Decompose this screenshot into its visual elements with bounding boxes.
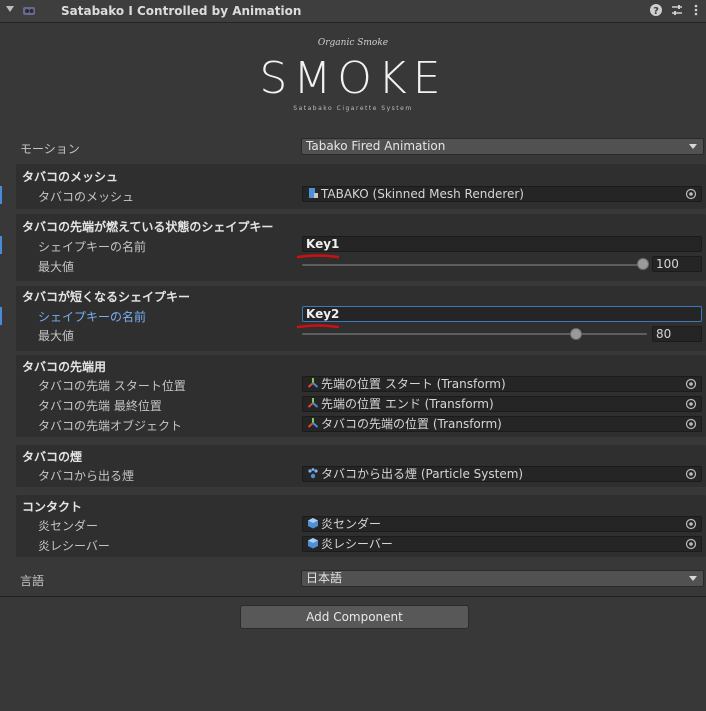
preset-icon[interactable] — [669, 3, 685, 19]
smoke-value: タバコから出る煙 (Particle System) — [321, 467, 524, 481]
object-picker-icon[interactable] — [685, 398, 697, 410]
tip-start-value: 先端の位置 スタート (Transform) — [321, 377, 506, 391]
shape-key-name-label: シェイプキーの名前 — [38, 240, 147, 254]
tip-start-label: タバコの先端 スタート位置 — [38, 379, 186, 393]
tip-object-field[interactable]: タバコの先端の位置 (Transform) — [302, 416, 702, 432]
shape-key-name-input[interactable]: Key1 — [302, 236, 702, 252]
section-focus-mark — [0, 186, 2, 204]
object-picker-icon[interactable] — [685, 518, 697, 530]
contact-cube-icon — [307, 517, 319, 529]
max-value-field[interactable]: 80 — [652, 326, 702, 342]
object-picker-icon[interactable] — [685, 418, 697, 430]
transform-icon — [307, 397, 319, 409]
motion-label: モーション — [20, 142, 80, 156]
max-value-slider-track[interactable] — [302, 264, 647, 266]
particle-system-icon — [307, 467, 319, 479]
flame-receiver-field[interactable]: 炎レシーバー — [302, 536, 702, 552]
tip-end-label: タバコの先端 最終位置 — [38, 399, 162, 413]
chevron-down-icon — [689, 144, 697, 149]
burning-section-title: タバコの先端が燃えている状態のシェイプキー — [22, 220, 274, 234]
transform-icon — [307, 417, 319, 429]
flame-receiver-value: 炎レシーバー — [321, 537, 393, 551]
max-value-slider-thumb[interactable] — [637, 258, 649, 270]
component-header[interactable]: Satabako I Controlled by Animation ? — [0, 0, 706, 23]
mesh-label: タバコのメッシュ — [38, 190, 135, 204]
logo-subtitle: Satabako Cigarette System — [293, 105, 413, 112]
svg-text:?: ? — [653, 6, 659, 17]
tip-start-field[interactable]: 先端の位置 スタート (Transform) — [302, 376, 702, 392]
object-picker-icon[interactable] — [685, 188, 697, 200]
tip-object-label: タバコの先端オブジェクト — [38, 419, 183, 433]
contact-cube-icon — [307, 537, 319, 549]
motion-value: Tabako Fired Animation — [306, 139, 446, 153]
motion-dropdown[interactable]: Tabako Fired Animation — [301, 138, 704, 155]
mesh-object-field[interactable]: TABAKO (Skinned Mesh Renderer) — [302, 186, 702, 202]
smoke-particle-field[interactable]: タバコから出る煙 (Particle System) — [302, 466, 702, 482]
section-focus-mark — [0, 236, 2, 254]
language-label: 言語 — [20, 574, 45, 588]
chevron-down-icon — [689, 576, 697, 581]
smoke-section-title: タバコの煙 — [22, 450, 83, 464]
component-title: Satabako I Controlled by Animation — [61, 4, 302, 18]
skinned-mesh-icon — [307, 187, 319, 199]
logo-title: SMOKE — [259, 53, 447, 104]
divider — [0, 596, 706, 597]
object-picker-icon[interactable] — [685, 538, 697, 550]
red-underline-annotation — [296, 254, 340, 259]
max-value-slider-thumb[interactable] — [570, 328, 582, 340]
tip-end-field[interactable]: 先端の位置 エンド (Transform) — [302, 396, 702, 412]
red-underline-annotation — [296, 324, 340, 329]
flame-sender-value: 炎センダー — [321, 517, 382, 531]
shape-key-name-label: シェイプキーの名前 — [38, 310, 147, 324]
flame-receiver-label: 炎レシーバー — [38, 539, 110, 553]
shorten-section-title: タバコが短くなるシェイプキー — [22, 290, 191, 304]
add-component-button[interactable]: Add Component — [240, 605, 469, 629]
smoke-label: タバコから出る煙 — [38, 469, 135, 483]
max-value-label: 最大値 — [38, 329, 75, 343]
contact-section-title: コンタクト — [22, 500, 83, 514]
tip-end-value: 先端の位置 エンド (Transform) — [321, 397, 494, 411]
mesh-value: TABAKO (Skinned Mesh Renderer) — [321, 187, 524, 201]
collapse-arrow-icon[interactable] — [6, 6, 14, 12]
flame-sender-field[interactable]: 炎センダー — [302, 516, 702, 532]
tip-section-title: タバコの先端用 — [22, 360, 107, 374]
max-value-field[interactable]: 100 — [652, 256, 702, 272]
object-picker-icon[interactable] — [685, 378, 697, 390]
shape-key-name-input[interactable]: Key2 — [302, 306, 702, 322]
tip-object-value: タバコの先端の位置 (Transform) — [321, 417, 502, 431]
language-value: 日本語 — [306, 571, 343, 585]
max-value-label: 最大値 — [38, 260, 75, 274]
section-focus-mark — [0, 307, 2, 325]
logo-script-text: Organic Smoke — [317, 38, 389, 48]
kebab-menu-icon[interactable] — [688, 3, 704, 19]
max-value-slider-track[interactable] — [302, 333, 647, 335]
mesh-section-title: タバコのメッシュ — [22, 170, 119, 184]
flame-sender-label: 炎センダー — [38, 519, 99, 533]
transform-icon — [307, 377, 319, 389]
language-dropdown[interactable]: 日本語 — [301, 570, 704, 587]
object-picker-icon[interactable] — [685, 468, 697, 480]
script-icon — [22, 5, 36, 17]
help-icon[interactable]: ? — [648, 3, 664, 19]
